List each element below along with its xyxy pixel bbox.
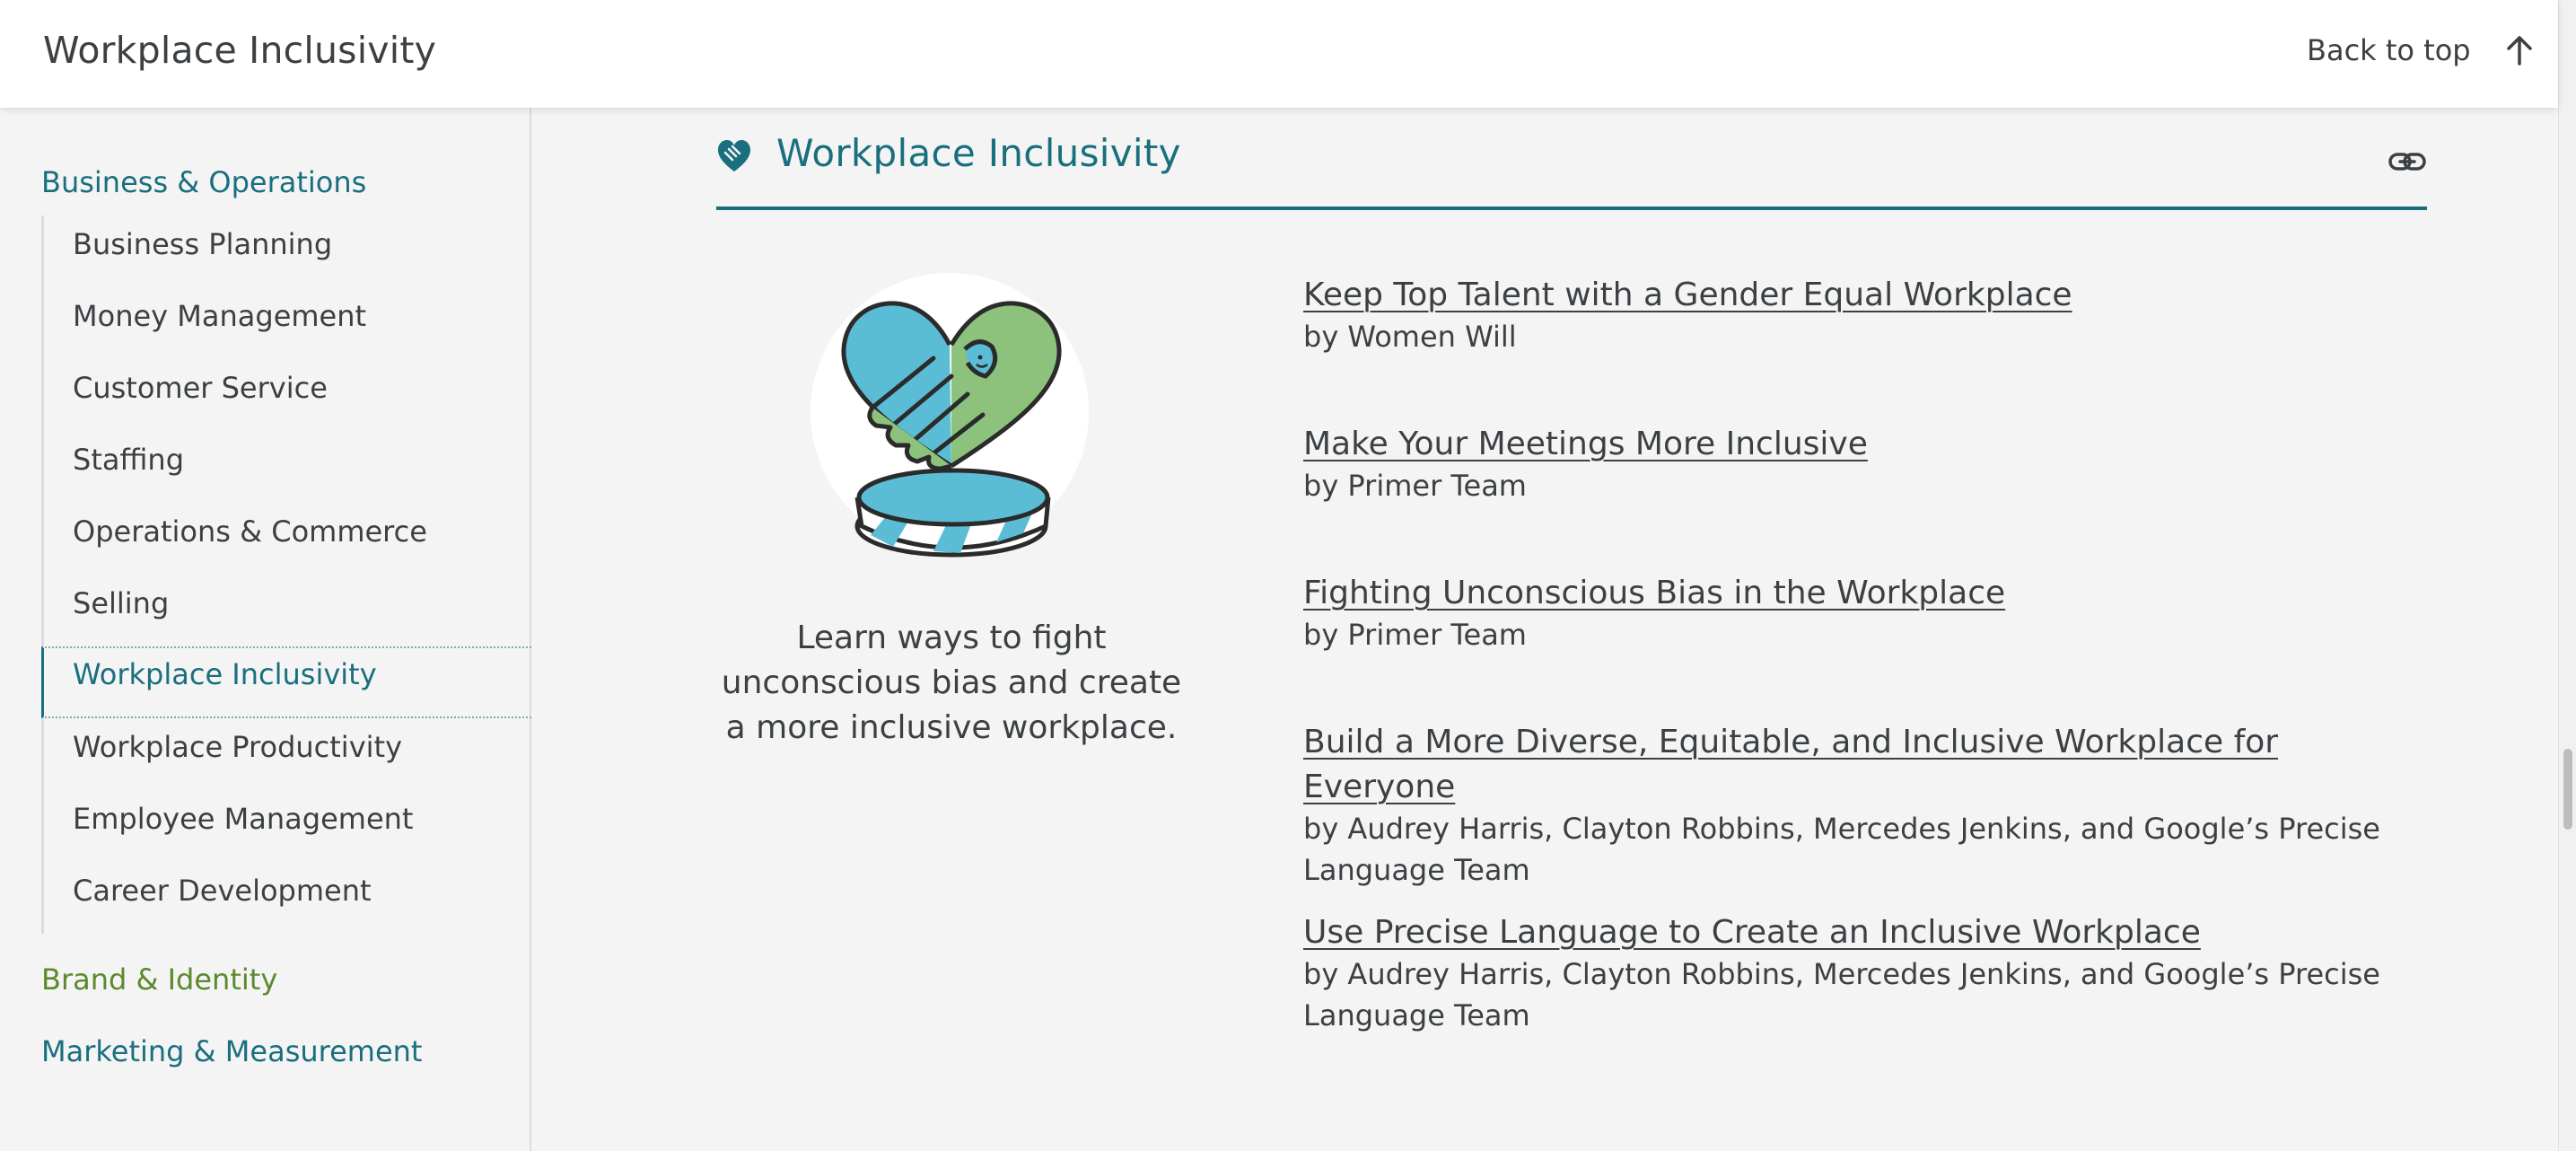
resource-link-diverse-equitable-workplace[interactable]: Build a More Diverse, Equitable, and Inc… [1303, 720, 2434, 810]
sidebar-sublist: Business Planning Money Management Custo… [41, 215, 531, 934]
sidebar-item-workplace-inclusivity[interactable]: Workplace Inclusivity [41, 646, 531, 718]
section-description: Learn ways to fight unconscious bias and… [721, 619, 1182, 746]
sidebar-item-business-planning[interactable]: Business Planning [44, 215, 531, 287]
resource-link-gender-equal-workplace[interactable]: Keep Top Talent with a Gender Equal Work… [1303, 273, 2072, 318]
resource-item: Keep Top Talent with a Gender Equal Work… [1303, 273, 2434, 357]
sidebar-section-business-operations[interactable]: Business & Operations [41, 165, 366, 199]
sidebar-section-marketing-measurement[interactable]: Marketing & Measurement [41, 1034, 422, 1068]
handshake-heart-illustration [810, 273, 1089, 558]
resource-author: by Audrey Harris, Clayton Robbins, Merce… [1303, 812, 2380, 887]
resource-author: by Primer Team [1303, 618, 1527, 652]
resource-item: Fighting Unconscious Bias in the Workpla… [1303, 571, 2434, 655]
scrollbar-thumb[interactable] [2563, 749, 2572, 830]
sidebar-section-brand-identity[interactable]: Brand & Identity [41, 962, 277, 997]
heart-hands-icon [718, 140, 750, 171]
sidebar-nav: Business & Operations Business Planning … [0, 108, 531, 1151]
link-icon[interactable] [2388, 142, 2427, 181]
sidebar-item-selling[interactable]: Selling [44, 575, 531, 646]
back-to-top-label: Back to top [2307, 33, 2471, 67]
section-title: Workplace Inclusivity [776, 131, 1181, 175]
sidebar-item-career-development[interactable]: Career Development [44, 862, 531, 934]
sidebar-item-customer-service[interactable]: Customer Service [44, 359, 531, 431]
resource-item: Build a More Diverse, Equitable, and Inc… [1303, 720, 2434, 891]
resource-link-inclusive-meetings[interactable]: Make Your Meetings More Inclusive [1303, 422, 1868, 467]
page-title: Workplace Inclusivity [43, 29, 437, 72]
top-header: Workplace Inclusivity Back to top [0, 0, 2558, 108]
sidebar-item-operations-commerce[interactable]: Operations & Commerce [44, 503, 531, 575]
sidebar-item-employee-management[interactable]: Employee Management [44, 790, 531, 862]
sidebar-item-workplace-productivity[interactable]: Workplace Productivity [44, 718, 531, 790]
back-to-top-button[interactable]: Back to top [2307, 32, 2537, 68]
sidebar-item-staffing[interactable]: Staffing [44, 431, 531, 503]
resource-author: by Women Will [1303, 320, 1517, 354]
sidebar-item-money-management[interactable]: Money Management [44, 287, 531, 359]
section-header: Workplace Inclusivity [716, 126, 2427, 210]
resource-author: by Primer Team [1303, 469, 1527, 503]
resource-item: Make Your Meetings More Inclusive by Pri… [1303, 422, 2434, 506]
arrow-up-icon [2506, 36, 2532, 66]
resource-link-unconscious-bias[interactable]: Fighting Unconscious Bias in the Workpla… [1303, 571, 2005, 616]
resource-item: Use Precise Language to Create an Inclus… [1303, 910, 2434, 1036]
resource-author: by Audrey Harris, Clayton Robbins, Merce… [1303, 957, 2380, 1032]
page-scrollbar[interactable] [2558, 0, 2576, 1151]
resource-link-precise-language[interactable]: Use Precise Language to Create an Inclus… [1303, 910, 2201, 955]
